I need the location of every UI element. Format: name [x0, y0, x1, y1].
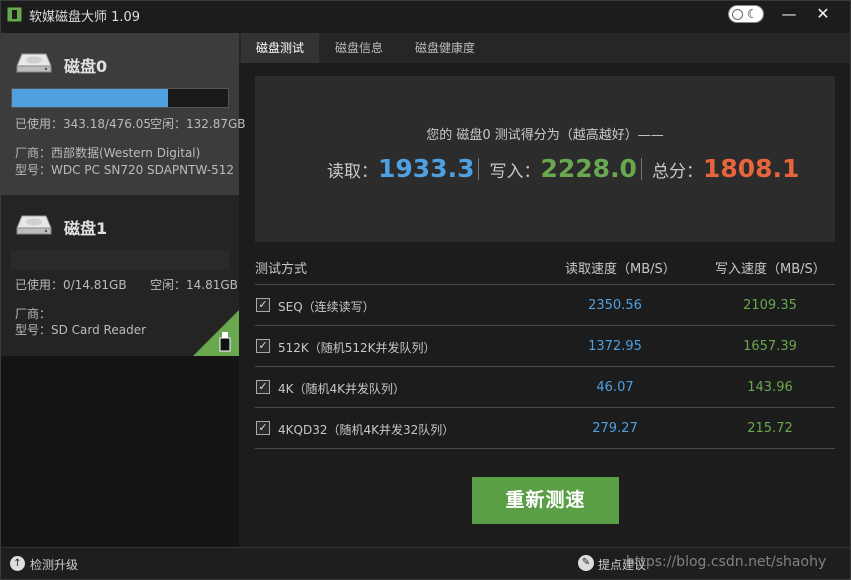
free-space: 空闲：132.87GB [150, 117, 246, 131]
disk-card-0[interactable]: 磁盘0 已使用：343.18/476.05 空闲：132.87GB 厂商：西部数… [1, 33, 246, 195]
tab-disk-health[interactable]: 磁盘健康度 [399, 33, 491, 63]
model-info: 型号：WDC PC SN720 SDAPNTW-512 [15, 163, 235, 177]
disk-name: 磁盘0 [64, 57, 108, 76]
header-method: 测试方式 [255, 262, 308, 277]
header-write-speed: 写入速度（MB/S） [715, 262, 826, 277]
usage-bar [11, 250, 229, 270]
row-checkbox[interactable]: ✓ [256, 380, 270, 394]
disk-sidebar: 磁盘0 已使用：343.18/476.05 空闲：132.87GB 厂商：西部数… [1, 33, 246, 547]
score-divider [640, 158, 642, 180]
tab-disk-test[interactable]: 磁盘测试 [241, 33, 319, 63]
app-window: 软媒磁盘大师 1.09 ☾ — ✕ 磁盘0 已使用：343.18/476.05 … [0, 0, 851, 580]
sun-icon [732, 9, 743, 20]
test-method-label: SEQ（连续读写） [278, 300, 375, 314]
score-panel: 您的 磁盘0 测试得分为（越高越好）—— 读取：1933.3 写入：2228.0 总… [255, 76, 835, 242]
read-speed-value: 2350.56 [588, 298, 642, 313]
vendor-info: 厂商：西部数据(Western Digital) [15, 146, 201, 160]
read-speed-value: 279.27 [592, 421, 638, 436]
hard-disk-icon [16, 53, 52, 73]
write-score-label: 写入： [489, 162, 541, 182]
hard-disk-icon [16, 215, 52, 235]
table-row: ✓ 4K（随机4K并发队列） 46.07 143.96 [255, 367, 835, 408]
model-info: 型号：SD Card Reader [15, 323, 147, 337]
theme-toggle[interactable]: ☾ [728, 5, 764, 23]
total-score-value: 1808.1 [702, 154, 800, 183]
write-speed-value: 143.96 [747, 380, 793, 395]
total-score-label: 总分： [651, 162, 703, 182]
row-checkbox[interactable]: ✓ [256, 298, 270, 312]
test-method-label: 4KQD32（随机4K并发32队列） [278, 423, 455, 437]
watermark-text: https://blog.csdn.net/shaohy [626, 554, 827, 570]
retest-button[interactable]: 重新测速 [472, 477, 619, 524]
row-checkbox[interactable]: ✓ [256, 421, 270, 435]
status-bar: ↑ 检测升级 ✎ 提点建议 https://blog.csdn.net/shao… [1, 547, 850, 579]
write-score-value: 2228.0 [540, 154, 637, 183]
moon-icon: ☾ [747, 7, 758, 21]
tab-disk-info[interactable]: 磁盘信息 [324, 33, 394, 63]
used-space: 已使用：343.18/476.05 [15, 117, 152, 131]
write-speed-value: 215.72 [747, 421, 793, 436]
free-space: 空闲：14.81GB [150, 278, 238, 292]
pen-icon: ✎ [578, 555, 594, 571]
table-row: ✓ 4KQD32（随机4K并发32队列） 279.27 215.72 [255, 408, 835, 449]
table-row: ✓ 512K（随机512K并发队列） 1372.95 1657.39 [255, 326, 835, 367]
window-title: 软媒磁盘大师 1.09 [29, 10, 141, 25]
header-read-speed: 读取速度（MB/S） [565, 262, 676, 277]
score-divider [478, 158, 480, 180]
read-speed-value: 1372.95 [588, 339, 642, 354]
close-button[interactable]: ✕ [811, 3, 835, 25]
score-caption: 您的 磁盘0 测试得分为（越高越好）—— [426, 128, 664, 143]
minimize-button[interactable]: — [777, 3, 801, 25]
used-space: 已使用：0/14.81GB [15, 278, 127, 292]
write-speed-value: 2109.35 [743, 298, 797, 313]
score-row: 读取：1933.3 写入：2228.0 总分：1808.1 [327, 154, 799, 188]
write-speed-value: 1657.39 [743, 339, 797, 354]
disk-name: 磁盘1 [64, 219, 108, 238]
read-score-label: 读取： [327, 162, 378, 182]
tab-bar: 磁盘测试 磁盘信息 磁盘健康度 [239, 33, 850, 63]
usage-bar-fill [12, 89, 168, 107]
row-checkbox[interactable]: ✓ [256, 339, 270, 353]
check-update-link[interactable]: 检测升级 [30, 556, 78, 573]
app-logo-icon [7, 7, 22, 22]
test-method-label: 4K（随机4K并发队列） [278, 382, 406, 396]
disk-card-1[interactable]: 磁盘1 已使用：0/14.81GB 空闲：14.81GB 厂商： 型号：SD C… [1, 195, 239, 356]
test-method-label: 512K（随机512K并发队列） [278, 341, 436, 355]
vendor-info: 厂商： [15, 307, 52, 321]
upgrade-icon: ↑ [10, 556, 25, 571]
title-bar: 软媒磁盘大师 1.09 ☾ — ✕ [1, 1, 850, 29]
usage-bar [11, 88, 229, 108]
read-score-value: 1933.3 [378, 154, 475, 183]
removable-badge [193, 310, 239, 356]
read-speed-value: 46.07 [596, 380, 634, 395]
usb-icon [219, 332, 231, 352]
table-row: ✓ SEQ（连续读写） 2350.56 2109.35 [255, 285, 835, 326]
table-header: 测试方式 读取速度（MB/S） 写入速度（MB/S） [255, 251, 835, 285]
